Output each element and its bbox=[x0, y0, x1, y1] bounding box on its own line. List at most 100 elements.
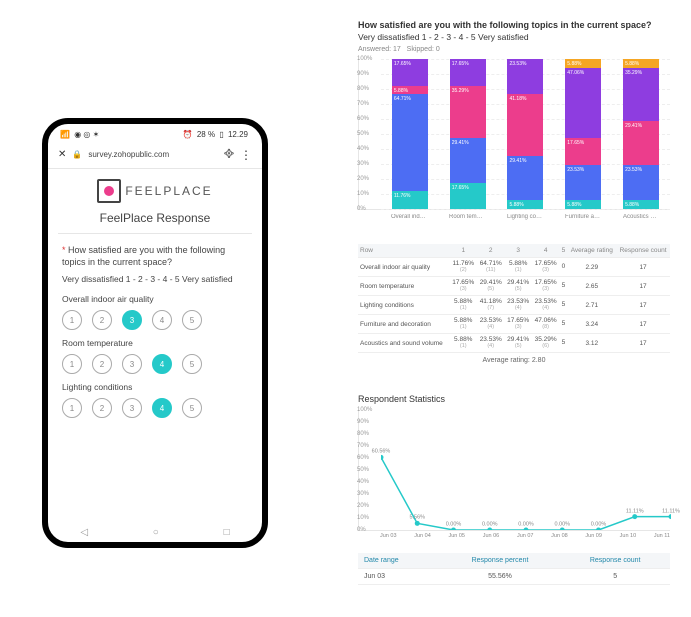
nav-recent-icon[interactable]: □ bbox=[224, 527, 230, 538]
table-row: Overall indoor air quality11.76%(2)64.71… bbox=[358, 258, 670, 277]
bar-segment: 17.65% bbox=[392, 59, 428, 85]
rating-option-4[interactable]: 4 bbox=[152, 354, 172, 374]
x-tick: Room temperat… bbox=[449, 214, 485, 220]
table-row: Room temperature17.65%(3)29.41%(5)29.41%… bbox=[358, 277, 670, 296]
point-label: 0.00% bbox=[482, 522, 498, 528]
rating-option-2[interactable]: 2 bbox=[92, 354, 112, 374]
bar-segment: 35.29% bbox=[623, 68, 659, 121]
point-label: 0.00% bbox=[446, 522, 462, 528]
form-title: FeelPlace Response bbox=[58, 207, 252, 234]
respondent-line-chart: 0%10%20%30%40%50%60%70%80%90%100%60.56%5… bbox=[358, 410, 670, 531]
y-tick: 60% bbox=[357, 116, 369, 122]
y-tick: 20% bbox=[357, 503, 369, 509]
table-header: Response percent bbox=[440, 553, 561, 569]
point-label: 0.00% bbox=[518, 522, 534, 528]
bar-segment: 29.41% bbox=[450, 138, 486, 182]
stacked-bar-chart: 0%10%20%30%40%50%60%70%80%90%100%11.76%6… bbox=[358, 59, 670, 210]
x-tick: Jun 05 bbox=[448, 533, 465, 539]
rating-option-5[interactable]: 5 bbox=[182, 310, 202, 330]
status-dots: ◉ ◎ ✶ bbox=[74, 130, 99, 139]
point-label: 5.56% bbox=[409, 515, 425, 521]
table-header: Date range bbox=[358, 553, 440, 569]
y-tick: 100% bbox=[357, 56, 372, 62]
y-tick: 80% bbox=[357, 86, 369, 92]
rating-option-3[interactable]: 3 bbox=[122, 310, 142, 330]
report-meta: Answered: 17 Skipped: 0 bbox=[358, 46, 670, 53]
table-header: 4 bbox=[532, 244, 559, 258]
browser-url-bar: ✕ 🔒 survey.zohopublic.com ᪣ ⋮ bbox=[48, 141, 262, 169]
required-star: * bbox=[62, 245, 66, 255]
rating-option-3[interactable]: 3 bbox=[122, 354, 142, 374]
bar-column: 5.88%29.41%41.18%23.53% bbox=[507, 59, 543, 209]
more-icon[interactable]: ⋮ bbox=[240, 148, 252, 162]
rating-item: Lighting conditions12345 bbox=[48, 374, 262, 418]
rating-option-5[interactable]: 5 bbox=[182, 398, 202, 418]
bar-segment: 35.29% bbox=[450, 86, 486, 139]
scale-label: Very dissatisfied 1 - 2 - 3 - 4 - 5 Very… bbox=[48, 268, 262, 286]
date-range-table: Date rangeResponse percentResponse count… bbox=[358, 553, 670, 585]
bar-segment: 5.88% bbox=[623, 200, 659, 209]
y-tick: 80% bbox=[357, 431, 369, 437]
rating-option-2[interactable]: 2 bbox=[92, 310, 112, 330]
x-tick: Acoustics and … bbox=[623, 214, 659, 220]
table-row: Furniture and decoration5.88%(1)23.53%(4… bbox=[358, 315, 670, 334]
logo-mark-icon bbox=[97, 179, 121, 203]
bar-segment: 64.71% bbox=[392, 94, 428, 191]
rating-item: Room temperature12345 bbox=[48, 330, 262, 374]
bar-segment: 5.88% bbox=[392, 86, 428, 95]
rating-option-1[interactable]: 1 bbox=[62, 354, 82, 374]
phone-status-bar: 📶 ◉ ◎ ✶ ⏰ 28 % ▯ 12.29 bbox=[48, 124, 262, 141]
rating-option-4[interactable]: 4 bbox=[152, 398, 172, 418]
rating-option-4[interactable]: 4 bbox=[152, 310, 172, 330]
y-tick: 70% bbox=[357, 101, 369, 107]
rating-option-5[interactable]: 5 bbox=[182, 354, 202, 374]
table-row: Acoustics and sound volume5.88%(1)23.53%… bbox=[358, 334, 670, 353]
respondent-stats-title: Respondent Statistics bbox=[358, 394, 670, 404]
rating-item: Overall indoor air quality12345 bbox=[48, 286, 262, 330]
share-icon[interactable]: ᪣ bbox=[224, 145, 234, 164]
url-text: survey.zohopublic.com bbox=[88, 150, 218, 159]
phone-mockup: 📶 ◉ ◎ ✶ ⏰ 28 % ▯ 12.29 ✕ 🔒 survey.zohopu… bbox=[42, 118, 268, 548]
nav-back-icon[interactable]: ◁ bbox=[80, 527, 88, 538]
results-table: Row12345Average ratingResponse count Ove… bbox=[358, 244, 670, 353]
x-tick: Furniture and d… bbox=[565, 214, 601, 220]
x-tick: Jun 07 bbox=[517, 533, 534, 539]
bar-segment: 29.41% bbox=[507, 156, 543, 200]
nav-home-icon[interactable]: ○ bbox=[153, 527, 159, 538]
lock-icon: 🔒 bbox=[72, 150, 82, 159]
bar-segment: 17.65% bbox=[450, 59, 486, 85]
x-tick: Jun 08 bbox=[551, 533, 568, 539]
y-tick: 90% bbox=[357, 419, 369, 425]
bar-segment: 23.53% bbox=[623, 165, 659, 200]
point-label: 11.11% bbox=[626, 508, 644, 514]
rating-option-3[interactable]: 3 bbox=[122, 398, 142, 418]
bar-column: 5.88%23.53%29.41%35.29%5.88% bbox=[623, 59, 659, 209]
line-chart-x-axis: Jun 03Jun 04Jun 05Jun 06Jun 07Jun 08Jun … bbox=[380, 533, 670, 539]
point-label: 0.00% bbox=[554, 522, 570, 528]
rating-option-1[interactable]: 1 bbox=[62, 310, 82, 330]
y-tick: 40% bbox=[357, 146, 369, 152]
y-tick: 70% bbox=[357, 443, 369, 449]
bar-segment: 29.41% bbox=[623, 121, 659, 165]
point-label: 0.00% bbox=[591, 522, 607, 528]
rating-scale: 12345 bbox=[62, 310, 248, 330]
table-header: 3 bbox=[504, 244, 531, 258]
bar-column: 5.88%23.53%17.65%47.06%5.88% bbox=[565, 59, 601, 209]
table-row: Lighting conditions5.88%(1)41.18%(7)23.5… bbox=[358, 296, 670, 315]
point-label: 11.11% bbox=[662, 508, 680, 514]
bar-column: 17.65%29.41%35.29%17.65% bbox=[450, 59, 486, 209]
y-tick: 40% bbox=[357, 479, 369, 485]
y-tick: 10% bbox=[357, 191, 369, 197]
bar-segment: 23.53% bbox=[507, 59, 543, 94]
report-title: How satisfied are you with the following… bbox=[358, 20, 670, 30]
x-tick: Overall indoor a… bbox=[391, 214, 427, 220]
y-tick: 30% bbox=[357, 161, 369, 167]
y-tick: 50% bbox=[357, 131, 369, 137]
table-header: Response count bbox=[616, 244, 670, 258]
point-label: 60.56% bbox=[372, 449, 391, 455]
rating-option-1[interactable]: 1 bbox=[62, 398, 82, 418]
y-tick: 90% bbox=[357, 71, 369, 77]
close-icon[interactable]: ✕ bbox=[58, 149, 66, 160]
rating-option-2[interactable]: 2 bbox=[92, 398, 112, 418]
app-logo: FEELPLACE bbox=[48, 179, 262, 203]
